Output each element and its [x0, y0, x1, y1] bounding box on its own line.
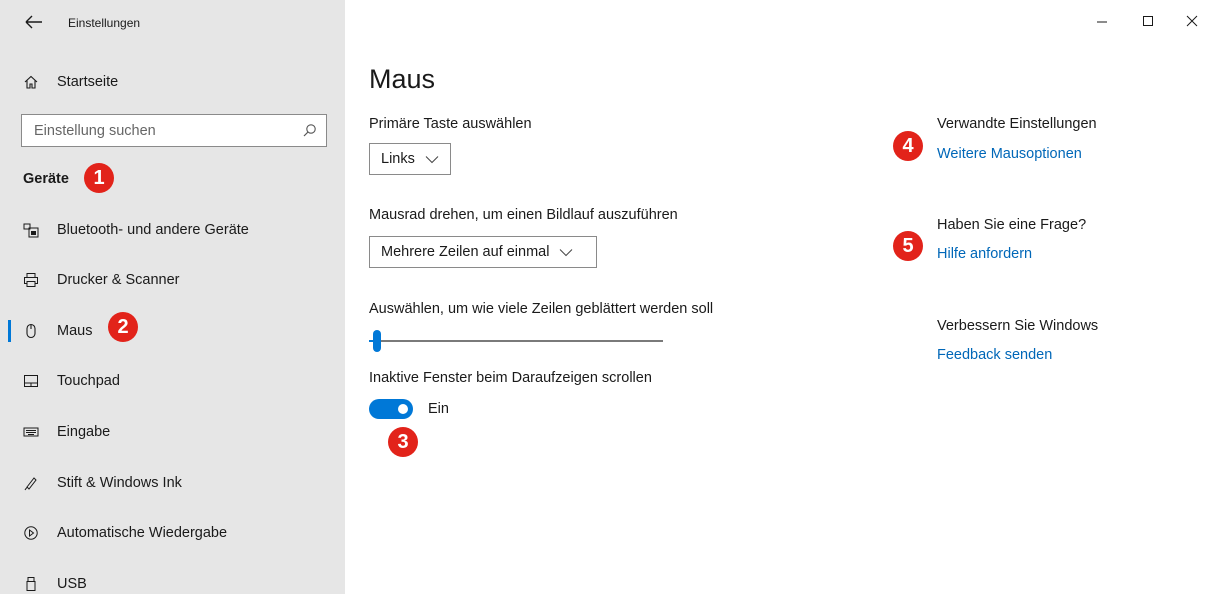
sidebar-item-label: Automatische Wiedergabe	[57, 525, 228, 541]
keyboard-icon	[23, 424, 39, 440]
sidebar: Einstellungen Startseite Geräte 1 Blueto…	[0, 0, 345, 594]
dropdown-value: Mehrere Zeilen auf einmal	[381, 244, 550, 260]
printer-icon	[23, 272, 39, 288]
sidebar-item-label: Eingabe	[57, 424, 111, 440]
sidebar-item-label: Bluetooth- und andere Geräte	[57, 222, 249, 238]
scroll-wheel-label: Mausrad drehen, um einen Bildlauf auszuf…	[369, 207, 678, 223]
chevron-down-icon	[560, 248, 573, 256]
sidebar-item-autoplay[interactable]: Automatische Wiedergabe	[0, 511, 345, 555]
sidebar-item-keyboard[interactable]: Eingabe	[0, 410, 345, 454]
search-box[interactable]	[21, 114, 327, 147]
dropdown-value: Links	[381, 151, 415, 167]
search-input[interactable]	[22, 115, 292, 146]
annotation-badge-2: 2	[108, 312, 138, 342]
sidebar-item-touchpad[interactable]: Touchpad	[0, 359, 345, 403]
maximize-icon	[1143, 16, 1153, 26]
sidebar-item-mouse[interactable]: Maus	[0, 309, 345, 353]
sidebar-item-label: USB	[57, 576, 87, 592]
inactive-scroll-label: Inaktive Fenster beim Daraufzeigen scrol…	[369, 370, 652, 386]
search-icon[interactable]	[302, 123, 317, 138]
toggle-state-label: Ein	[428, 401, 449, 417]
get-help-link[interactable]: Hilfe anfordern	[937, 246, 1032, 262]
lines-slider-track[interactable]	[369, 340, 663, 342]
improve-windows-heading: Verbessern Sie Windows	[937, 318, 1099, 334]
annotation-badge-3: 3	[388, 427, 418, 457]
annotation-badge-1: 1	[84, 163, 114, 193]
annotation-badge-5: 5	[893, 231, 923, 261]
annotation-badge-4: 4	[893, 131, 923, 161]
sidebar-item-usb[interactable]: USB	[0, 562, 345, 594]
minimize-icon	[1097, 21, 1107, 23]
settings-window: Einstellungen Startseite Geräte 1 Blueto…	[0, 0, 1212, 594]
toggle-knob	[398, 404, 408, 414]
sidebar-item-pen[interactable]: Stift & Windows Ink	[0, 461, 345, 505]
close-icon	[1186, 15, 1198, 27]
pen-icon	[23, 475, 39, 491]
sidebar-item-bluetooth[interactable]: Bluetooth- und andere Geräte	[0, 208, 345, 252]
sidebar-item-label: Maus	[57, 323, 93, 339]
section-heading: Geräte	[23, 171, 69, 187]
home-icon	[23, 74, 39, 90]
minimize-button[interactable]	[1087, 8, 1117, 34]
primary-button-dropdown[interactable]: Links	[369, 143, 451, 175]
sidebar-item-printer[interactable]: Drucker & Scanner	[0, 258, 345, 302]
sidebar-item-label: Drucker & Scanner	[57, 272, 180, 288]
mouse-icon	[23, 323, 39, 339]
back-arrow-icon[interactable]	[24, 14, 44, 30]
scroll-wheel-dropdown[interactable]: Mehrere Zeilen auf einmal	[369, 236, 597, 268]
question-heading: Haben Sie eine Frage?	[937, 217, 1087, 233]
maximize-button[interactable]	[1133, 8, 1163, 34]
more-mouse-options-link[interactable]: Weitere Mausoptionen	[937, 146, 1082, 162]
sidebar-item-label: Startseite	[57, 74, 119, 90]
touchpad-icon	[23, 373, 39, 389]
page-title: Maus	[369, 64, 436, 94]
feedback-link[interactable]: Feedback senden	[937, 347, 1052, 363]
sidebar-item-home[interactable]: Startseite	[0, 60, 345, 104]
lines-slider-thumb[interactable]	[373, 330, 381, 352]
app-title: Einstellungen	[68, 16, 141, 30]
sidebar-item-label: Stift & Windows Ink	[57, 475, 182, 491]
sidebar-item-label: Touchpad	[57, 373, 120, 389]
close-button[interactable]	[1177, 8, 1207, 34]
lines-slider-label: Auswählen, um wie viele Zeilen geblätter…	[369, 301, 714, 317]
primary-button-label: Primäre Taste auswählen	[369, 116, 532, 132]
related-settings-heading: Verwandte Einstellungen	[937, 116, 1097, 132]
usb-icon	[23, 576, 39, 592]
bluetooth-devices-icon	[23, 222, 39, 238]
chevron-down-icon	[425, 155, 439, 163]
autoplay-icon	[23, 525, 39, 541]
inactive-scroll-toggle[interactable]	[369, 399, 413, 419]
